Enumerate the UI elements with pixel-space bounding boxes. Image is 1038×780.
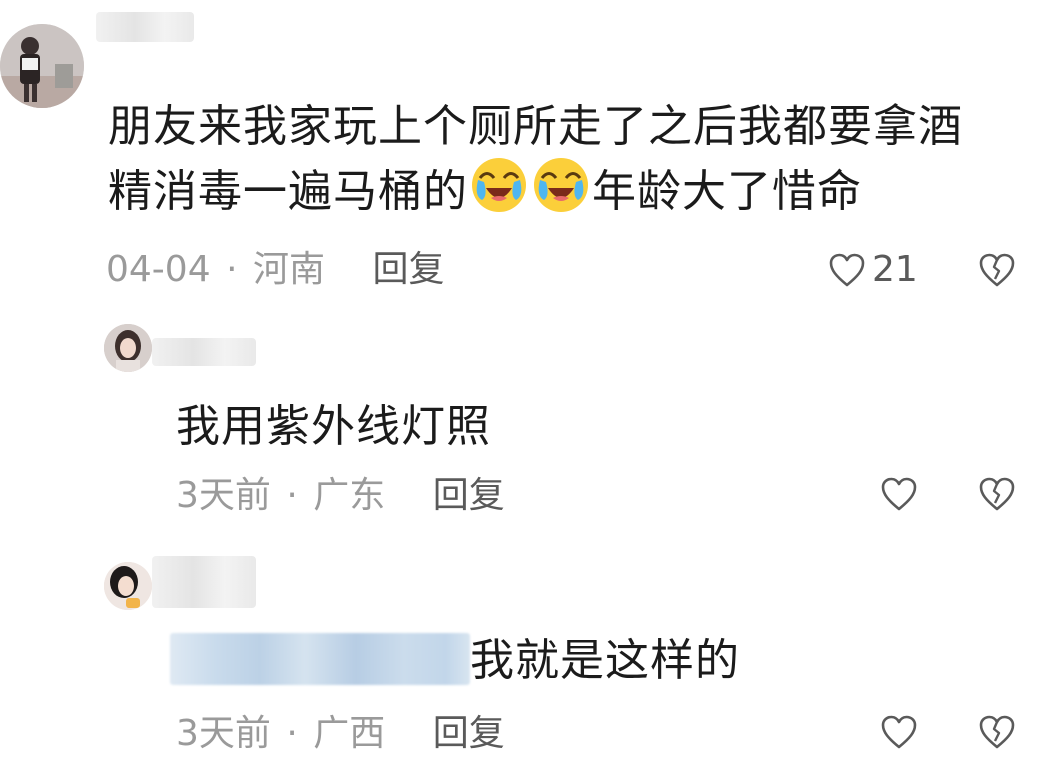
comment-text: 我就是这样的 (170, 632, 740, 690)
dislike-button[interactable] (978, 714, 1016, 750)
comment-time: 3天前 (176, 475, 271, 516)
comment-location: 河南 (252, 249, 325, 290)
comment-time: 04-04 (106, 249, 211, 290)
username-blurred[interactable] (152, 338, 256, 366)
avatar[interactable] (0, 24, 84, 108)
heart-icon (881, 715, 917, 749)
heart-icon (829, 253, 865, 287)
broken-heart-icon (979, 253, 1015, 287)
comment-location: 广东 (313, 475, 386, 516)
laugh-cry-emoji (470, 156, 528, 214)
dislike-button[interactable] (978, 252, 1016, 288)
comment-1: 朋友来我家玩上个厕所走了之后我都要拿酒 精消毒一遍马桶的 年龄大了惜命 04-0… (0, 0, 1038, 300)
comment-meta: 3天前 · 广东 回复 (176, 474, 505, 518)
comment-meta: 3天前 · 广西 回复 (176, 712, 505, 756)
meta-dot: · (286, 713, 298, 754)
comment-time: 3天前 (176, 713, 271, 754)
comment-3: 我就是这样的 3天前 · 广西 回复 (0, 548, 1038, 780)
laugh-cry-emoji (532, 156, 590, 214)
reply-button[interactable]: 回复 (372, 249, 444, 290)
heart-icon (881, 477, 917, 511)
like-button[interactable] (880, 476, 918, 512)
mention-blurred[interactable] (170, 633, 470, 685)
reply-button[interactable]: 回复 (433, 475, 505, 516)
broken-heart-icon (979, 715, 1015, 749)
like-count: 21 (872, 249, 918, 290)
username-blurred[interactable] (96, 12, 194, 42)
meta-dot: · (286, 475, 298, 516)
meta-dot: · (226, 249, 238, 290)
username-blurred[interactable] (152, 556, 256, 608)
avatar[interactable] (104, 324, 152, 372)
comment-meta: 04-04 · 河南 回复 (106, 248, 444, 292)
reply-button[interactable]: 回复 (433, 713, 505, 754)
avatar[interactable] (104, 562, 152, 610)
like-button[interactable] (880, 714, 918, 750)
comment-location: 广西 (313, 713, 386, 754)
comment-text: 我用紫外线灯照 (176, 401, 491, 452)
comment-text: 朋友来我家玩上个厕所走了之后我都要拿酒 精消毒一遍马桶的 年龄大了惜命 (108, 98, 963, 221)
comment-text-line: 朋友来我家玩上个厕所走了之后我都要拿酒 (108, 101, 963, 152)
broken-heart-icon (979, 477, 1015, 511)
like-button[interactable] (828, 252, 866, 288)
comment-text-line: 精消毒一遍马桶的 年龄大了惜命 (108, 156, 963, 221)
dislike-button[interactable] (978, 476, 1016, 512)
comment-2: 我用紫外线灯照 3天前 · 广东 回复 (0, 310, 1038, 530)
